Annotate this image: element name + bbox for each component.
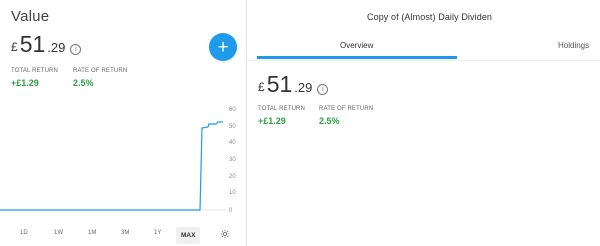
range-1d-button[interactable]: 1D <box>20 230 28 236</box>
rate-of-return-metric: RATE OF RETURN 2.5% <box>73 68 127 88</box>
y-tick: 60 <box>229 107 236 113</box>
total-return-label: TOTAL RETURN <box>11 68 59 74</box>
time-range-selector: 1D 1W 1M 3M 1Y MAX <box>0 226 247 246</box>
value-decimal: .29 <box>47 40 66 55</box>
active-tab-indicator <box>257 56 457 59</box>
plus-icon: + <box>217 36 229 58</box>
rate-of-return-metric: RATE OF RETURN 2.5% <box>319 106 373 126</box>
rate-of-return-label: RATE OF RETURN <box>319 106 374 112</box>
overview-value-display: £ 51 .29 i <box>258 71 329 97</box>
portfolio-tabs: Overview Holdings <box>247 37 600 61</box>
portfolio-panel: Copy of (Almost) Daily Dividen Overview … <box>247 0 600 246</box>
y-tick: 0 <box>229 208 233 214</box>
total-return-metric: TOTAL RETURN +£1.29 <box>258 106 305 126</box>
y-tick: 10 <box>229 190 236 196</box>
value-line <box>0 121 223 211</box>
info-icon[interactable]: i <box>317 84 329 95</box>
portfolio-title: Copy of (Almost) Daily Dividen <box>367 12 493 22</box>
value-chart[interactable]: 60 50 40 30 20 10 0 <box>0 100 247 225</box>
y-tick: 20 <box>229 174 236 180</box>
total-return-value: +£1.29 <box>11 78 39 88</box>
y-tick: 40 <box>229 140 236 146</box>
value-panel: Value £ 51 .29 i + TOTAL RETURN +£1.29 R… <box>0 0 247 246</box>
total-return-metric: TOTAL RETURN +£1.29 <box>11 68 58 88</box>
return-metrics: TOTAL RETURN +£1.29 RATE OF RETURN 2.5% <box>11 68 127 88</box>
total-return-value: +£1.29 <box>258 116 286 126</box>
rate-of-return-value: 2.5% <box>73 78 94 88</box>
value-integer: 51 <box>266 71 293 97</box>
value-display: £ 51 .29 i <box>11 31 82 57</box>
rate-of-return-label: RATE OF RETURN <box>73 68 128 74</box>
tab-overview[interactable]: Overview <box>340 41 373 50</box>
y-tick: 50 <box>229 124 236 130</box>
value-title: Value <box>11 8 50 25</box>
portfolio-screen: Value £ 51 .29 i + TOTAL RETURN +£1.29 R… <box>0 0 600 246</box>
info-icon[interactable]: i <box>70 44 82 55</box>
range-1y-button[interactable]: 1Y <box>154 230 161 236</box>
overview-return-metrics: TOTAL RETURN +£1.29 RATE OF RETURN 2.5% <box>258 106 373 126</box>
range-3m-button[interactable]: 3M <box>121 230 129 236</box>
currency-symbol: £ <box>258 80 265 94</box>
range-1w-button[interactable]: 1W <box>54 230 63 236</box>
y-tick: 30 <box>229 157 236 163</box>
rate-of-return-value: 2.5% <box>319 116 340 126</box>
range-1m-button[interactable]: 1M <box>88 230 96 236</box>
value-decimal: .29 <box>294 80 313 95</box>
range-max-button[interactable]: MAX <box>176 227 201 244</box>
tab-holdings[interactable]: Holdings <box>558 41 589 50</box>
currency-symbol: £ <box>11 40 18 54</box>
total-return-label: TOTAL RETURN <box>258 106 306 112</box>
value-chart-svg[interactable]: 60 50 40 30 20 10 0 <box>0 100 247 225</box>
settings-icon[interactable] <box>220 229 230 239</box>
value-integer: 51 <box>19 31 46 57</box>
add-button[interactable]: + <box>209 33 237 61</box>
